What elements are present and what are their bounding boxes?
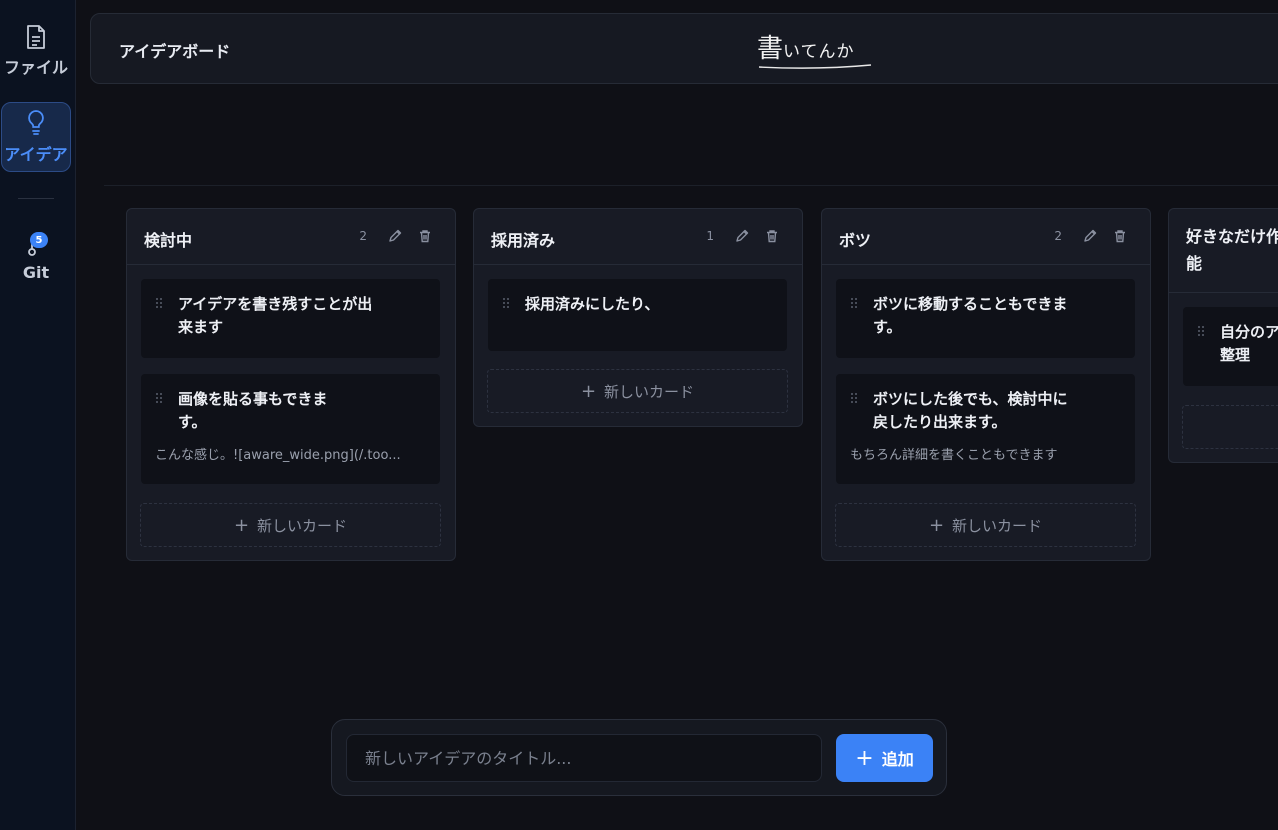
- trash-icon[interactable]: [1112, 228, 1128, 244]
- git-badge: 5: [30, 232, 48, 248]
- pencil-icon[interactable]: [387, 228, 403, 244]
- logo-main: 書: [757, 34, 784, 64]
- card-title: 採用済みにしたり、: [525, 295, 660, 313]
- column-card-count: 2: [1054, 229, 1062, 243]
- plus-icon: +: [233, 514, 250, 536]
- idea-card[interactable]: ボツにした後でも、検討中に戻したり出来ます。 もちろん詳細を書くこともできます: [836, 374, 1135, 484]
- pencil-icon[interactable]: [734, 228, 750, 244]
- new-card-button[interactable]: [1182, 405, 1278, 449]
- idea-card[interactable]: 採用済みにしたり、: [488, 279, 787, 351]
- new-card-label: 新しいカード: [257, 516, 348, 535]
- board-column: 検討中 2 アイデアを書き残すことが出来ます 画像を貼る事もできます。 こんな感…: [126, 208, 456, 561]
- column-header: ボツ 2: [822, 209, 1150, 265]
- column-title: 採用済み: [491, 231, 556, 250]
- drag-handle-icon[interactable]: [850, 297, 858, 309]
- card-description: もちろん詳細を書くこともできます: [850, 448, 1058, 463]
- card-title: ボツに移動することもできます。: [873, 295, 1068, 336]
- sidebar-item-label: Git: [22, 262, 50, 282]
- sidebar-divider: [18, 198, 54, 199]
- app-logo: 書いてんか: [757, 28, 855, 65]
- card-title: アイデアを書き残すことが出来ます: [178, 295, 373, 336]
- column-header: 検討中 2: [127, 209, 455, 265]
- sidebar-item-label: ファイル: [3, 58, 68, 77]
- trash-icon[interactable]: [417, 228, 433, 244]
- column-header: 好きなだけ作成も可能: [1169, 209, 1278, 293]
- drag-handle-icon[interactable]: [1197, 325, 1205, 337]
- page-title: アイデアボード: [119, 42, 231, 61]
- sidebar-item-files[interactable]: ファイル: [1, 16, 71, 86]
- plus-icon: +: [928, 514, 945, 536]
- board-column: 採用済み 1 採用済みにしたり、 + 新しいカード: [473, 208, 803, 427]
- card-title: ボツにした後でも、検討中に戻したり出来ます。: [873, 390, 1068, 431]
- app-root: ファイル アイデア Git 5 アイデアボード 書いてんか 検討中 2 アイデア…: [0, 0, 1278, 830]
- idea-card[interactable]: アイデアを書き残すことが出来ます: [141, 279, 440, 358]
- sidebar-item-label: アイデア: [4, 145, 68, 164]
- lightbulb-icon: [28, 110, 44, 135]
- new-card-button[interactable]: + 新しいカード: [487, 369, 788, 413]
- idea-card[interactable]: 画像を貼る事もできます。 こんな感じ。![aware_wide.png](/.t…: [141, 374, 440, 484]
- plus-icon: +: [580, 380, 597, 402]
- trash-icon[interactable]: [764, 228, 780, 244]
- column-title: ボツ: [839, 231, 872, 250]
- file-icon: [27, 25, 45, 49]
- idea-card[interactable]: 自分のアイデアを好きな形で整理: [1183, 307, 1278, 386]
- column-card-count: 2: [359, 229, 367, 243]
- idea-card[interactable]: ボツに移動することもできます。: [836, 279, 1135, 358]
- add-idea-button[interactable]: + 追加: [836, 734, 933, 782]
- header: アイデアボード 書いてんか: [90, 13, 1278, 84]
- column-title: 検討中: [144, 231, 193, 250]
- add-idea-label: 追加: [881, 750, 914, 769]
- sidebar-item-ideas[interactable]: アイデア: [1, 102, 71, 172]
- new-idea-title-input[interactable]: [346, 734, 822, 782]
- board-divider: [104, 185, 1278, 186]
- pencil-icon[interactable]: [1082, 228, 1098, 244]
- plus-icon: +: [855, 745, 874, 771]
- logo-swash-icon: [758, 64, 872, 69]
- board-column: ボツ 2 ボツに移動することもできます。 ボツにした後でも、検討中に戻したり出来…: [821, 208, 1151, 561]
- card-title: 画像を貼る事もできます。: [178, 390, 328, 431]
- new-card-button[interactable]: + 新しいカード: [140, 503, 441, 547]
- column-card-count: 1: [706, 229, 714, 243]
- card-description: こんな感じ。![aware_wide.png](/.too...: [155, 448, 401, 463]
- drag-handle-icon[interactable]: [502, 297, 510, 309]
- card-title: 自分のアイデアを好きな形で整理: [1220, 323, 1278, 364]
- drag-handle-icon[interactable]: [850, 392, 858, 404]
- drag-handle-icon[interactable]: [155, 297, 163, 309]
- new-card-label: 新しいカード: [604, 382, 695, 401]
- sidebar: ファイル アイデア Git 5: [0, 0, 76, 830]
- drag-handle-icon[interactable]: [155, 392, 163, 404]
- column-header: 採用済み 1: [474, 209, 802, 265]
- new-card-button[interactable]: + 新しいカード: [835, 503, 1136, 547]
- board-column: 好きなだけ作成も可能 自分のアイデアを好きな形で整理: [1168, 208, 1278, 463]
- new-idea-bar: + 追加: [331, 719, 947, 796]
- column-title: 好きなだけ作成も可能: [1186, 227, 1278, 273]
- new-card-label: 新しいカード: [952, 516, 1043, 535]
- logo-rest: いてんか: [783, 42, 855, 62]
